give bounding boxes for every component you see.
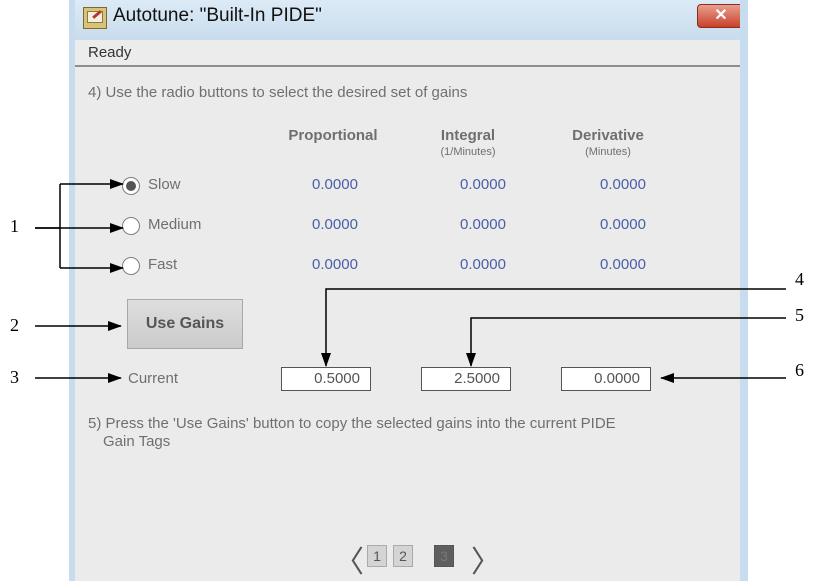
callout-4-number: 4: [795, 269, 804, 289]
callout-6-number: 6: [795, 360, 804, 380]
callout-3-number: 3: [10, 367, 19, 387]
callout-overlay: [35, 179, 786, 383]
callout-4-arrow: [321, 288, 786, 367]
callout-5-number: 5: [795, 305, 804, 325]
callout-1-number: 1: [10, 216, 19, 236]
callout-5-arrow: [466, 317, 786, 367]
callout-2-number: 2: [10, 315, 19, 335]
